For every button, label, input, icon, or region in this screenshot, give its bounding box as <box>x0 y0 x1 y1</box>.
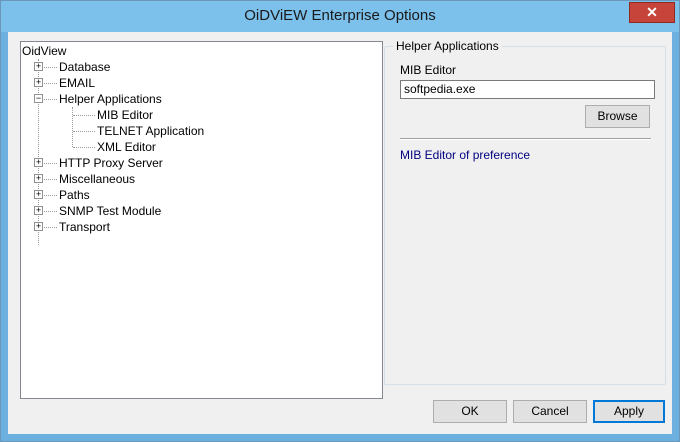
expand-icon[interactable]: + <box>34 174 43 183</box>
tree-item-database[interactable]: Database <box>59 59 110 75</box>
collapse-icon[interactable]: − <box>34 94 43 103</box>
expand-icon[interactable]: + <box>34 62 43 71</box>
tree-item-paths[interactable]: Paths <box>59 187 90 203</box>
tree-item-miscellaneous[interactable]: Miscellaneous <box>59 171 135 187</box>
tree-child-guide-line <box>72 107 73 147</box>
expand-icon[interactable]: + <box>34 158 43 167</box>
field-description: MIB Editor of preference <box>400 148 531 162</box>
mib-editor-label: MIB Editor <box>400 63 457 77</box>
tree-connector <box>73 147 95 148</box>
tree-item-mib-editor[interactable]: MIB Editor <box>97 107 153 123</box>
tree-item-email[interactable]: EMAIL <box>59 75 95 91</box>
tree-root[interactable]: OidView <box>22 43 66 59</box>
expand-icon[interactable]: + <box>34 206 43 215</box>
tree-connector <box>73 131 95 132</box>
close-icon: ✕ <box>646 4 658 20</box>
title-bar[interactable]: OiDViEW Enterprise Options ✕ <box>1 1 679 32</box>
tree-item-helper-applications[interactable]: Helper Applications <box>59 91 162 107</box>
options-dialog: OiDViEW Enterprise Options ✕ OidView + D… <box>0 0 680 442</box>
browse-button[interactable]: Browse <box>585 105 650 128</box>
dialog-client: OidView + Database + EMAIL − Helper Appl… <box>8 32 672 434</box>
expand-icon[interactable]: + <box>34 222 43 231</box>
options-tree[interactable]: OidView + Database + EMAIL − Helper Appl… <box>20 41 383 399</box>
window-title: OiDViEW Enterprise Options <box>244 7 436 24</box>
expand-icon[interactable]: + <box>34 78 43 87</box>
group-title: Helper Applications <box>393 39 502 53</box>
tree-item-telnet-application[interactable]: TELNET Application <box>97 123 204 139</box>
tree-connector <box>73 115 95 116</box>
mib-editor-input[interactable]: softpedia.exe <box>400 80 655 99</box>
ok-button[interactable]: OK <box>433 400 507 423</box>
tree-item-http-proxy-server[interactable]: HTTP Proxy Server <box>59 155 163 171</box>
tree-item-transport[interactable]: Transport <box>59 219 110 235</box>
cancel-button[interactable]: Cancel <box>513 400 587 423</box>
tree-item-xml-editor[interactable]: XML Editor <box>97 139 156 155</box>
apply-button[interactable]: Apply <box>593 400 665 423</box>
separator <box>400 138 651 140</box>
close-button[interactable]: ✕ <box>629 2 675 23</box>
expand-icon[interactable]: + <box>34 190 43 199</box>
tree-item-snmp-test-module[interactable]: SNMP Test Module <box>59 203 161 219</box>
